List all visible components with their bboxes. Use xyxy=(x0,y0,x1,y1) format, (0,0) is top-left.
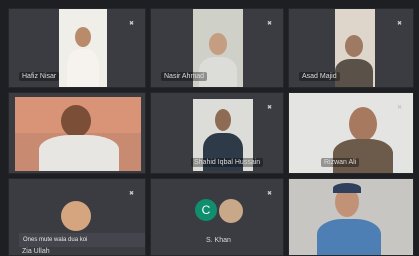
participant-body xyxy=(333,139,393,173)
avatar: C xyxy=(195,199,217,221)
participant-tile[interactable] xyxy=(288,178,414,256)
mic-muted-icon: ✖ xyxy=(266,105,273,111)
participant-head xyxy=(61,105,91,137)
participant-name: Shahid Iqbal Hussain xyxy=(191,158,264,167)
participant-head xyxy=(349,107,377,141)
participant-head xyxy=(345,35,363,57)
avatar xyxy=(217,197,245,225)
participant-body xyxy=(39,135,119,171)
participant-cap xyxy=(333,183,361,193)
live-caption: Ones mute wala dua koi xyxy=(19,233,145,247)
mic-muted-icon: ✖ xyxy=(396,105,403,111)
participant-head xyxy=(209,33,227,55)
participant-tile[interactable]: ✖ Hafiz Nisar xyxy=(8,8,146,88)
participant-tile[interactable]: ✖ Rizwan Ali xyxy=(288,92,414,174)
participant-name: Asad Majid xyxy=(299,72,340,81)
participant-body xyxy=(317,219,381,255)
caption-line: Ones mute wala dua koi xyxy=(23,237,88,243)
mic-muted-icon: ✖ xyxy=(266,21,273,27)
participant-tile[interactable]: ✖ Nasir Ahmad xyxy=(150,8,284,88)
participant-tile[interactable] xyxy=(8,92,146,174)
participant-tile[interactable]: ✖ Shahid Iqbal Hussain xyxy=(150,92,284,174)
participant-tile[interactable]: C ✖ S. Khan xyxy=(150,178,284,256)
participant-head xyxy=(215,109,231,131)
participant-tile[interactable]: ✖ Asad Majid xyxy=(288,8,414,88)
mic-muted-icon: ✖ xyxy=(396,21,403,27)
participant-name: S. Khan xyxy=(206,237,231,244)
participant-name: Nasir Ahmad xyxy=(161,72,208,81)
mic-muted-icon: ✖ xyxy=(266,191,273,197)
participant-body xyxy=(335,59,373,87)
participant-name: Zia Ullah xyxy=(22,248,50,255)
participant-head xyxy=(61,201,91,231)
mic-muted-icon: ✖ xyxy=(128,191,135,197)
participant-head xyxy=(75,27,91,47)
participant-tile[interactable]: ✖ Ones mute wala dua koi Zia Ullah xyxy=(8,178,146,256)
mic-muted-icon: ✖ xyxy=(128,21,135,27)
video-grid: ✖ Hafiz Nisar ✖ Nasir Ahmad ✖ Asad Majid… xyxy=(0,0,419,256)
participant-name: Rizwan Ali xyxy=(321,158,360,167)
participant-body xyxy=(67,49,99,87)
participant-name: Hafiz Nisar xyxy=(19,72,60,81)
